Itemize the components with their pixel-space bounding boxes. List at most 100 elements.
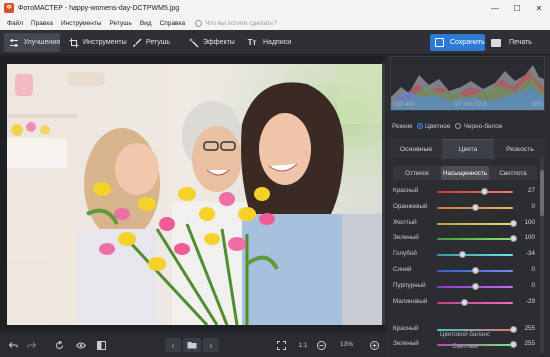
compare-icon[interactable]: [94, 338, 108, 352]
saturation-slider-row: Желтый 100: [393, 218, 537, 230]
help-search[interactable]: Что вы хотите сделать?: [195, 19, 277, 27]
app-logo-icon: Ф: [4, 3, 14, 13]
saturation-slider-handle[interactable]: [471, 267, 479, 274]
panel-scrollbar-thumb[interactable]: [540, 170, 544, 216]
saturation-slider-row: Синий 0: [393, 265, 537, 277]
color-mode-lightness[interactable]: Светлота: [489, 166, 537, 180]
histogram: ISO 400 97 mm f/2.8 1/60: [390, 56, 545, 111]
saturation-slider-row: Голубой -34: [393, 249, 537, 261]
saturation-slider-track[interactable]: [437, 254, 513, 257]
undo-icon[interactable]: [6, 338, 20, 352]
saturation-slider-row: Оранжевый 0: [393, 202, 537, 214]
saturation-slider-handle[interactable]: [460, 298, 468, 306]
saturation-slider-value[interactable]: 100: [515, 234, 535, 241]
eye-icon[interactable]: [74, 338, 88, 352]
save-button-label: Сохранить: [450, 39, 485, 46]
balance-slider-track[interactable]: [437, 329, 513, 331]
zoom-in-icon[interactable]: [368, 338, 380, 352]
tab-enhancements[interactable]: Улучшения: [4, 33, 60, 52]
mode-selector: Режим Цветное Черно-белое: [392, 121, 503, 131]
tab-tools[interactable]: Инструменты: [64, 33, 127, 52]
floppy-disk-icon: [435, 38, 444, 47]
adjustments-panel: ISO 400 97 mm f/2.8 1/60 Режим Цветное Ч…: [386, 56, 550, 357]
saturation-slider-label: Красный: [393, 187, 419, 194]
color-mode-hue[interactable]: Оттенок: [393, 166, 441, 180]
tab-text-label: Надписи: [263, 39, 292, 46]
window-title: ФотоМАСТЕР - happy-womens-day-DCTPWM5.jp…: [18, 4, 180, 12]
mode-color-label[interactable]: Цветное: [425, 123, 450, 130]
saturation-slider-value[interactable]: -29: [515, 298, 535, 305]
saturation-slider-value[interactable]: 0: [515, 282, 535, 289]
redo-icon[interactable]: [24, 338, 38, 352]
saturation-slider-value[interactable]: 0: [515, 266, 535, 273]
balance-slider-value[interactable]: 255: [515, 340, 535, 347]
saturation-slider-handle[interactable]: [471, 282, 479, 290]
panel-scrollbar[interactable]: [540, 158, 544, 353]
saturation-slider-value[interactable]: 27: [515, 187, 535, 194]
saturation-slider-handle[interactable]: [481, 188, 489, 195]
printer-icon: [491, 38, 501, 47]
mode-label: Режим: [392, 122, 413, 130]
saturation-slider-track[interactable]: [437, 191, 513, 193]
zoom-out-icon[interactable]: [315, 338, 327, 352]
tab-tools-label: Инструменты: [83, 39, 127, 46]
saturation-slider-track[interactable]: [437, 238, 513, 241]
photo-image: [7, 64, 383, 325]
next-image-button[interactable]: ›: [203, 338, 219, 352]
reset-icon[interactable]: [52, 338, 66, 352]
balance-slider-row: Красный 255: [393, 324, 537, 336]
actual-size-button[interactable]: 1:1: [296, 338, 310, 352]
menu-file[interactable]: Файл: [3, 20, 27, 27]
canvas-scrollbar[interactable]: [382, 63, 385, 325]
balance-slider-value[interactable]: 255: [515, 325, 535, 332]
saturation-slider-value[interactable]: 100: [515, 219, 535, 226]
saturation-slider-value[interactable]: 0: [515, 203, 535, 210]
menu-view[interactable]: Вид: [136, 20, 156, 27]
title-bar: Ф ФотоМАСТЕР - happy-womens-day-DCTPWM5.…: [0, 0, 550, 16]
saturation-slider-label: Пурпурный: [393, 281, 426, 289]
balance-slider-row: Зеленый 255: [393, 339, 537, 351]
app-logo-letter: Ф: [6, 5, 12, 11]
exif-iso: ISO 400: [393, 102, 416, 108]
tab-basic[interactable]: Основные: [390, 139, 442, 159]
menu-tools[interactable]: Инструменты: [57, 20, 106, 27]
window-controls: — ☐ ✕: [484, 0, 550, 16]
saturation-slider-handle[interactable]: [458, 251, 466, 259]
menu-edit[interactable]: Правка: [27, 20, 57, 27]
menu-retouch[interactable]: Ретушь: [105, 20, 135, 27]
brush-icon: [131, 37, 142, 48]
save-button[interactable]: Сохранить: [430, 34, 485, 51]
tab-colors[interactable]: Цвета: [442, 139, 494, 159]
saturation-slider-label: Синий: [393, 266, 412, 273]
saturation-slider-label: Оранжевый: [393, 202, 428, 210]
tab-text[interactable]: Tт Надписи: [240, 33, 296, 52]
folder-button[interactable]: [183, 338, 201, 352]
tab-sharpness[interactable]: Резкость: [494, 139, 546, 159]
maximize-button[interactable]: ☐: [506, 0, 528, 16]
tab-retouch[interactable]: Ретушь: [126, 33, 178, 52]
saturation-slider-track[interactable]: [437, 222, 513, 225]
color-mode-switch: Оттенок Насыщенность Светлота: [393, 166, 537, 180]
photo-canvas[interactable]: [0, 56, 385, 331]
saturation-slider-track[interactable]: [437, 301, 513, 304]
mode-bw-label[interactable]: Черно-белое: [463, 123, 502, 130]
mode-bw-radio[interactable]: [455, 123, 462, 129]
mode-color-radio[interactable]: [417, 123, 424, 129]
tab-effects[interactable]: Эффекты: [183, 33, 237, 52]
print-button[interactable]: Печать: [488, 34, 544, 51]
saturation-slider-handle[interactable]: [471, 203, 479, 211]
chevron-right-icon: ›: [209, 340, 213, 350]
saturation-slider-value[interactable]: -34: [515, 250, 535, 257]
app-window: Ф ФотоМАСТЕР - happy-womens-day-DCTPWM5.…: [0, 0, 550, 357]
color-mode-saturation[interactable]: Насыщенность: [441, 166, 489, 180]
fit-screen-icon[interactable]: [275, 338, 287, 352]
balance-slider-track[interactable]: [437, 344, 513, 346]
saturation-slider-label: Зеленый: [393, 234, 419, 242]
prev-image-button[interactable]: ‹: [165, 338, 181, 352]
close-button[interactable]: ✕: [528, 0, 550, 16]
search-icon: [195, 19, 203, 27]
exif-shutter: 1/60: [531, 102, 543, 108]
tab-enhancements-label: Улучшения: [23, 39, 60, 46]
minimize-button[interactable]: —: [484, 0, 506, 16]
menu-help[interactable]: Справка: [156, 20, 190, 27]
